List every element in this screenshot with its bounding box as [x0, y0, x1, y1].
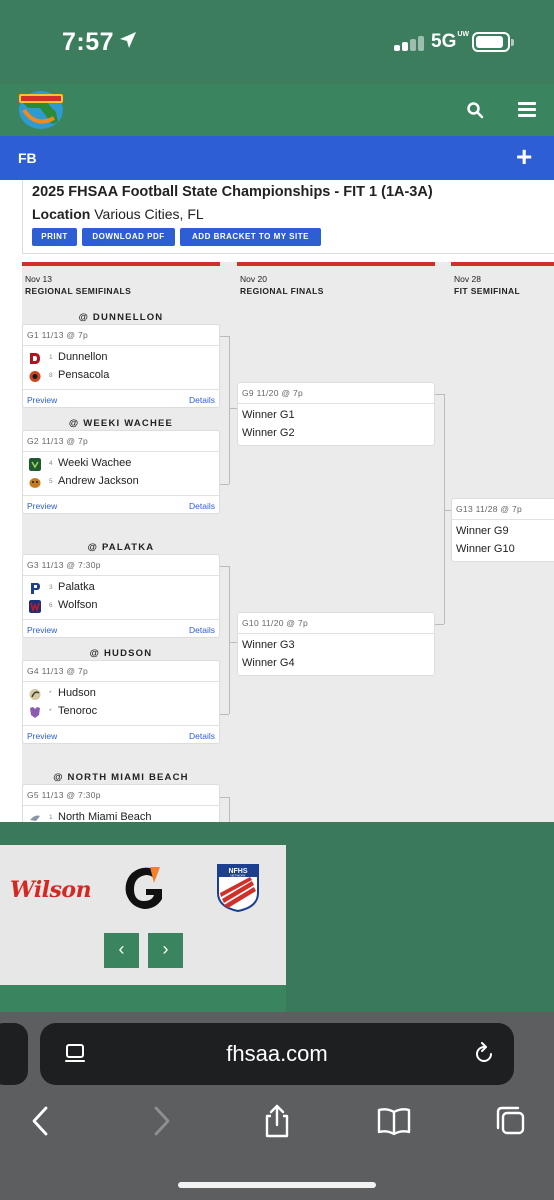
gatorade-logo[interactable]	[120, 863, 168, 913]
event-location: Location Various Cities, FL	[32, 206, 204, 222]
sponsor-carousel: Wilson NFHS NETWORK ‹ ›	[0, 845, 286, 985]
back-icon[interactable]	[24, 1104, 58, 1138]
team-logo-icon	[30, 707, 40, 718]
game-card-g13[interactable]: G13 11/28 @ 7p Winner G9 Winner G10	[451, 498, 554, 562]
team-logo-icon	[29, 371, 41, 382]
venue-label: @ NORTH MIAMI BEACH	[53, 772, 189, 783]
network-indicator: 5GUW	[431, 31, 470, 52]
round-header-fit-semifinal: Nov 28 FIT SEMIFINAL	[451, 262, 554, 302]
florida-fhsaa-logo[interactable]	[16, 88, 66, 132]
browser-toolbar: fhsaa.com	[0, 1012, 554, 1200]
team-logo-icon	[29, 478, 41, 488]
location-arrow-icon	[120, 32, 136, 48]
game-card-g5[interactable]: G5 11/13 @ 7:30p 1 North Miami Beach	[22, 784, 220, 822]
team-logo-icon	[30, 815, 40, 821]
search-icon[interactable]	[466, 101, 484, 119]
carousel-next-button[interactable]: ›	[148, 933, 183, 968]
print-button[interactable]: PRINT	[32, 228, 77, 246]
bookmarks-icon[interactable]	[377, 1104, 411, 1138]
event-title: 2025 FHSAA Football State Championships …	[32, 184, 433, 200]
hamburger-menu-icon[interactable]	[518, 102, 536, 118]
left-gutter	[0, 180, 22, 822]
status-time: 7:57	[62, 28, 115, 56]
forward-icon[interactable]	[144, 1104, 178, 1138]
reload-icon[interactable]	[472, 1042, 496, 1066]
details-link[interactable]: Details	[189, 731, 215, 741]
sport-label: FB	[18, 150, 37, 166]
tabs-icon[interactable]	[494, 1104, 528, 1138]
team-logo-icon	[29, 600, 41, 613]
round-header-regional-semifinals: Nov 13 REGIONAL SEMIFINALS	[22, 262, 220, 302]
team-logo-icon	[30, 353, 40, 364]
svg-text:NETWORK: NETWORK	[230, 874, 245, 878]
team-logo-icon	[29, 458, 41, 471]
preview-link[interactable]: Preview	[27, 501, 57, 511]
address-bar[interactable]: fhsaa.com	[40, 1023, 514, 1085]
venue-label: @ DUNNELLON	[78, 312, 164, 323]
carousel-prev-button[interactable]: ‹	[104, 933, 139, 968]
event-info-card: 2025 FHSAA Football State Championships …	[22, 180, 554, 254]
page-background	[286, 822, 554, 1012]
preview-link[interactable]: Preview	[27, 395, 57, 405]
game-card-g9[interactable]: G9 11/20 @ 7p Winner G1 Winner G2	[237, 382, 435, 446]
status-bar: 7:57 5GUW	[0, 0, 554, 84]
cellular-signal-icon	[394, 35, 428, 51]
share-icon[interactable]	[260, 1104, 294, 1138]
winner-slot: Winner G2	[242, 427, 295, 439]
preview-link[interactable]: Preview	[27, 731, 57, 741]
game-card-g10[interactable]: G10 11/20 @ 7p Winner G3 Winner G4	[237, 612, 435, 676]
round-header-regional-finals: Nov 20 REGIONAL FINALS	[237, 262, 435, 302]
battery-icon	[472, 32, 514, 52]
previous-tab-preview[interactable]	[0, 1023, 28, 1085]
game-card-g1[interactable]: G1 11/13 @ 7p 1 Dunnellon 8 Pensacola Pr…	[22, 324, 220, 408]
details-link[interactable]: Details	[189, 395, 215, 405]
main-content: 2025 FHSAA Football State Championships …	[0, 180, 554, 822]
venue-label: @ PALATKA	[87, 542, 155, 553]
winner-slot: Winner G4	[242, 657, 295, 669]
winner-slot: Winner G1	[242, 409, 295, 421]
page-background	[0, 822, 286, 845]
download-pdf-button[interactable]: DOWNLOAD PDF	[82, 228, 175, 246]
url-text[interactable]: fhsaa.com	[40, 1041, 514, 1067]
wilson-logo[interactable]: Wilson	[10, 877, 92, 903]
site-header	[0, 84, 554, 136]
venue-label: @ WEEKI WACHEE	[68, 418, 174, 429]
footer-strip	[0, 985, 286, 1012]
bracket: Nov 13 REGIONAL SEMIFINALS Nov 20 REGION…	[22, 262, 554, 822]
winner-slot: Winner G3	[242, 639, 295, 651]
winner-slot: Winner G10	[456, 543, 515, 555]
home-indicator	[178, 1182, 376, 1188]
details-link[interactable]: Details	[189, 625, 215, 635]
venue-label: @ HUDSON	[89, 648, 153, 659]
details-link[interactable]: Details	[189, 501, 215, 511]
sport-bar: FB +	[0, 136, 554, 180]
game-card-g4[interactable]: G4 11/13 @ 7p * Hudson * Tenoroc Preview…	[22, 660, 220, 744]
winner-slot: Winner G9	[456, 525, 509, 537]
add-bracket-button[interactable]: ADD BRACKET TO MY SITE	[180, 228, 321, 246]
game-card-g3[interactable]: G3 11/13 @ 7:30p 3 Palatka 6 Wolfson Pre…	[22, 554, 220, 638]
expand-plus-icon[interactable]: +	[516, 142, 532, 172]
game-card-g2[interactable]: G2 11/13 @ 7p 4 Weeki Wachee 5 Andrew Ja…	[22, 430, 220, 514]
team-logo-icon	[31, 583, 40, 594]
preview-link[interactable]: Preview	[27, 625, 57, 635]
nfhs-network-logo[interactable]: NFHS NETWORK	[216, 863, 260, 913]
team-logo-icon	[29, 689, 41, 700]
